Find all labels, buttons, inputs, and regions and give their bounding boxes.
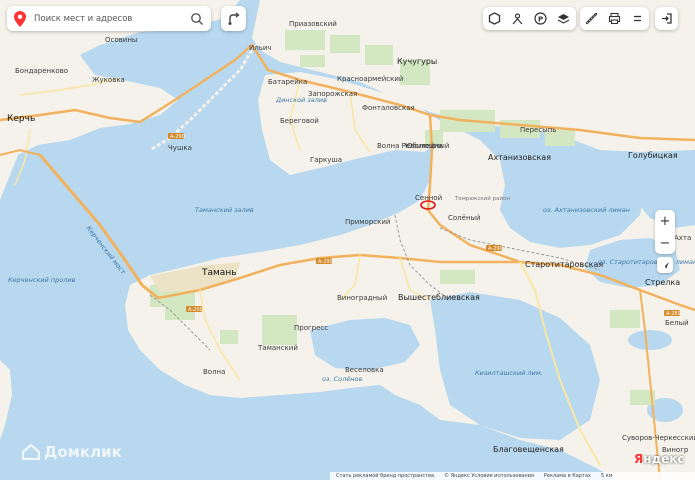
- road-label: А-290: [170, 134, 185, 140]
- place-label: Приморский: [345, 218, 390, 226]
- place-label: Суворов-Черкесский: [622, 434, 695, 442]
- zoom-in-button[interactable]: +: [655, 210, 675, 232]
- login-button[interactable]: [655, 7, 678, 30]
- place-label: Волна: [203, 368, 225, 376]
- place-label: Таманский: [257, 344, 298, 352]
- water-label: Кизилташский лим.: [475, 369, 543, 377]
- road-label: А-290: [488, 246, 503, 252]
- place-label: Бондаренково: [15, 67, 68, 75]
- water-label: оз. Солёное: [322, 375, 362, 383]
- place-label: Береговой: [280, 117, 319, 125]
- search-bar[interactable]: [7, 6, 211, 31]
- watermark-text: Домклик: [44, 443, 122, 461]
- place-label: Фонталовская: [362, 104, 415, 112]
- route-button[interactable]: [221, 6, 246, 31]
- place-label: Ахта: [674, 234, 691, 242]
- place-label: Красноармейский: [337, 75, 403, 83]
- place-label: Ахтанизовская: [488, 153, 551, 162]
- search-input[interactable]: [32, 12, 190, 25]
- lake-small-1: [628, 330, 672, 350]
- stack-icon: [557, 14, 570, 24]
- region-label: Темрюкский район: [454, 195, 510, 202]
- parking-icon: P: [534, 12, 547, 25]
- road-label: А-290: [318, 259, 333, 265]
- lake-small-3: [526, 162, 554, 174]
- stack-button[interactable]: [552, 7, 575, 30]
- domclick-watermark: Домклик: [22, 443, 122, 461]
- tools-toolbar: [580, 7, 649, 30]
- zoom-control: + −: [655, 210, 675, 254]
- menu-icon: [634, 15, 641, 22]
- search-icon[interactable]: [190, 12, 204, 26]
- place-label: Белый: [665, 319, 689, 327]
- place-label: Приазовский: [289, 20, 337, 28]
- attrib-scale: 5 км: [600, 473, 613, 479]
- map-canvas[interactable]: А-290 А-290 А-290 А-290 А-289 Приазовски…: [0, 0, 695, 480]
- place-label: Батарейка: [268, 78, 307, 86]
- place-label: Керчь: [7, 114, 35, 124]
- svg-text:P: P: [538, 15, 543, 23]
- place-label: Жуковка: [92, 76, 125, 84]
- print-button[interactable]: [603, 7, 626, 30]
- layers-icon: [488, 12, 501, 25]
- place-label: Тамань: [201, 268, 237, 278]
- ruler-icon: [585, 12, 598, 25]
- parking-button[interactable]: P: [529, 7, 552, 30]
- place-label: Юбилейный: [405, 142, 449, 150]
- place-label: Вышестеблиевская: [398, 293, 480, 302]
- pin-icon: [14, 10, 26, 27]
- traffic-button[interactable]: [506, 7, 529, 30]
- water-label: Керченский пролив: [8, 276, 76, 284]
- attribution-bar: Стать рекламой бренд пространства © Янде…: [330, 472, 695, 480]
- place-label: Осовины: [105, 36, 137, 44]
- login-button-inner[interactable]: [655, 7, 678, 30]
- place-label: Виноградный: [337, 294, 387, 302]
- compass-arrow-icon: [661, 261, 669, 269]
- road-label: А-290: [188, 307, 203, 313]
- place-label: Чушка: [168, 144, 192, 152]
- place-label: Кучугуры: [397, 57, 437, 66]
- attrib-terms[interactable]: © Яндекс Условия использования: [444, 473, 534, 479]
- yandex-logo[interactable]: Яндекс: [634, 452, 685, 466]
- ruler-button[interactable]: [580, 7, 603, 30]
- attrib-maps-ads[interactable]: Реклама в Картах: [544, 473, 591, 479]
- map-layers-toolbar: P: [483, 7, 576, 30]
- road-label: А-289: [666, 311, 681, 317]
- water-label: Динской залив: [275, 96, 327, 104]
- water-label: Таманский залив: [195, 206, 254, 214]
- place-label: Веселовка: [345, 366, 384, 374]
- place-label: Пересыпь: [520, 126, 556, 134]
- layers-button[interactable]: [483, 7, 506, 30]
- place-label: Солёный: [448, 214, 481, 222]
- zoom-out-button[interactable]: −: [655, 232, 675, 254]
- place-label: Гаркуша: [310, 156, 342, 164]
- route-icon: [228, 11, 240, 25]
- attrib-ads[interactable]: Стать рекламой бренд пространства: [336, 473, 434, 479]
- place-label: Стрелка: [645, 278, 680, 287]
- place-label: Старотитаровская: [525, 260, 603, 269]
- place-label: Прогресс: [294, 324, 328, 332]
- water-label: оз. Ахтанизовский лиман: [543, 206, 630, 214]
- print-icon: [608, 12, 621, 25]
- menu-button[interactable]: [626, 7, 649, 30]
- place-label: Ильич: [249, 44, 272, 52]
- water-label: оз. Старотитаровский лиман: [598, 258, 695, 266]
- compass-button[interactable]: [657, 257, 673, 273]
- logo-rest: ндекс: [643, 452, 685, 466]
- logo-first-letter: Я: [634, 452, 644, 466]
- place-label: Голубицкая: [628, 151, 678, 160]
- login-icon: [662, 13, 672, 24]
- place-label: Благовещенская: [493, 445, 564, 454]
- house-icon: [22, 444, 40, 460]
- traffic-icon: [512, 13, 523, 25]
